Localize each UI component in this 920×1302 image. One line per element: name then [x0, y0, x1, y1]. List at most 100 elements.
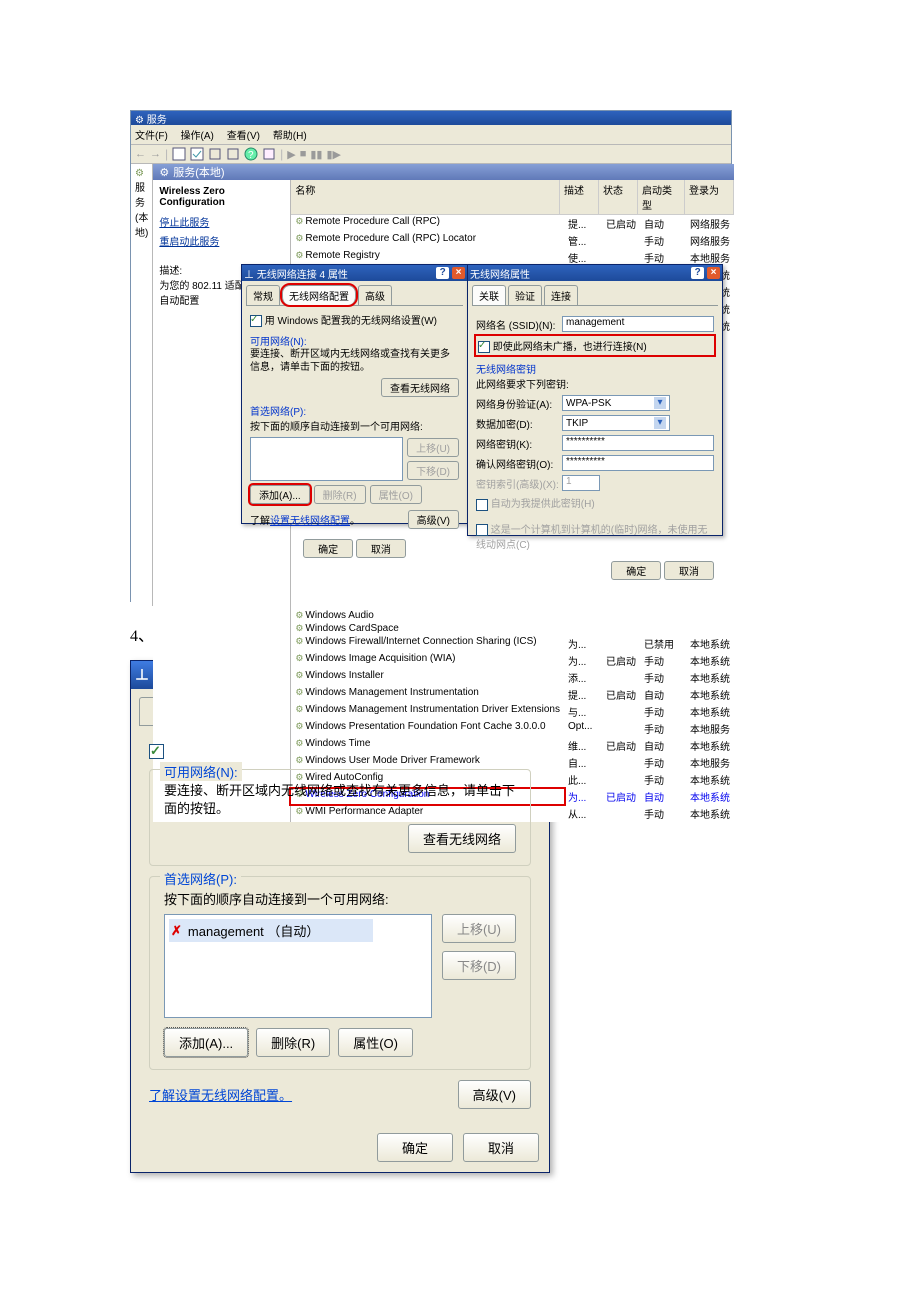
services-title: 服务: [147, 115, 167, 126]
menu-file[interactable]: 文件(F): [135, 131, 168, 142]
available-networks-group: 可用网络(N): 要连接、断开区域内无线网络或查找有关更多信息，请单击下面的按钮…: [149, 769, 531, 866]
help-icon[interactable]: ?: [691, 267, 704, 279]
available-hint: 要连接、断开区域内无线网络或查找有关更多信息，请单击下面的按钮。: [164, 782, 516, 818]
use-windows-checkbox[interactable]: [250, 315, 262, 327]
restart-service-link[interactable]: 重启动此服务: [159, 233, 284, 248]
table-row[interactable]: ⚙Windows Time维...已启动自动本地系统: [291, 737, 734, 754]
tab-connection[interactable]: 连接: [544, 285, 578, 305]
auto-key-checkbox: [476, 499, 488, 511]
restart-icon[interactable]: ▮▶: [326, 148, 341, 161]
cancel-button[interactable]: 取消: [356, 539, 406, 558]
col-name[interactable]: 名称: [291, 180, 560, 214]
wireless-properties-dialog-small: ⊥ 无线网络连接 4 属性 ? × 常规 无线网络配置 高级 用 Windows…: [241, 264, 468, 524]
menu-view[interactable]: 查看(V): [227, 131, 260, 142]
properties-button[interactable]: 属性(O): [338, 1028, 413, 1057]
table-row[interactable]: ⚙Windows Image Acquisition (WIA)为...已启动手…: [291, 652, 734, 669]
forward-icon[interactable]: →: [150, 148, 161, 160]
stop-service-link[interactable]: 停止此服务: [159, 214, 284, 229]
table-row[interactable]: ⚙Windows Installer添...手动本地系统: [291, 669, 734, 686]
use-windows-label: 用 Windows 配置我的无线网络设置(W): [265, 316, 437, 327]
network-properties-dialog: 无线网络属性 ? × 关联 验证 连接 网络名 (SSID)(N): manag…: [467, 264, 723, 536]
confirm-key-input[interactable]: **********: [562, 455, 714, 471]
tree-pane: ⚙ 服务(本地): [131, 164, 153, 606]
available-networks-label: 可用网络(N):: [250, 337, 307, 348]
key-index-label: 密钥索引(高级)(X):: [476, 476, 562, 491]
tab-advanced[interactable]: 高级: [358, 285, 392, 305]
encryption-dropdown[interactable]: TKIP▾: [562, 415, 670, 431]
table-row[interactable]: ⚙Remote Procedure Call (RPC)提...已启动自动网络服…: [291, 215, 734, 232]
col-logon[interactable]: 登录为: [685, 180, 734, 214]
help-icon[interactable]: ?: [436, 267, 449, 279]
close-icon[interactable]: ×: [707, 267, 720, 279]
preferred-hint: 按下面的顺序自动连接到一个可用网络:: [250, 418, 459, 433]
learn-label: 了解设置无线网络配置。: [149, 1085, 292, 1104]
toolbar-icon[interactable]: [262, 147, 276, 161]
learn-link[interactable]: 设置无线网络配置: [175, 1088, 279, 1103]
advanced-button[interactable]: 高级(V): [408, 510, 459, 529]
col-desc[interactable]: 描述: [560, 180, 599, 214]
list-item[interactable]: ✗ management （自动）: [169, 919, 373, 942]
encryption-label: 数据加密(D):: [476, 416, 562, 431]
move-up-button[interactable]: 上移(U): [442, 914, 516, 943]
tab-wireless[interactable]: 无线网络配置: [282, 285, 356, 305]
ok-button[interactable]: 确定: [611, 561, 661, 580]
table-row[interactable]: ⚙Windows CardSpace: [291, 622, 734, 635]
table-row[interactable]: ⚙Remote Procedure Call (RPC) Locator管...…: [291, 232, 734, 249]
key-input[interactable]: **********: [562, 435, 714, 451]
pause-icon[interactable]: ▮▮: [310, 148, 322, 161]
table-row[interactable]: ⚙Windows Presentation Foundation Font Ca…: [291, 720, 734, 737]
toolbar-icon[interactable]: [190, 147, 204, 161]
toolbar-icon[interactable]: [226, 147, 240, 161]
move-up-button[interactable]: 上移(U): [407, 438, 459, 457]
view-networks-button[interactable]: 查看无线网络: [408, 824, 516, 853]
ok-button[interactable]: 确定: [377, 1133, 453, 1162]
use-windows-checkbox[interactable]: [149, 744, 164, 759]
remove-button[interactable]: 删除(R): [256, 1028, 330, 1057]
cancel-button[interactable]: 取消: [664, 561, 714, 580]
toolbar-icon[interactable]: [208, 147, 222, 161]
add-button[interactable]: 添加(A)...: [250, 485, 310, 504]
advanced-button[interactable]: 高级(V): [458, 1080, 531, 1109]
toolbar-icon[interactable]: [172, 147, 186, 161]
move-down-button[interactable]: 下移(D): [442, 951, 516, 980]
help-icon[interactable]: ?: [244, 147, 258, 161]
view-networks-button[interactable]: 查看无线网络: [381, 378, 459, 397]
adhoc-checkbox: [476, 524, 488, 536]
ok-button[interactable]: 确定: [303, 539, 353, 558]
menu-action[interactable]: 操作(A): [181, 131, 214, 142]
tab-authentication[interactable]: 验证: [508, 285, 542, 305]
add-button[interactable]: 添加(A)...: [164, 1028, 248, 1057]
preferred-networks-group: 首选网络(P): 按下面的顺序自动连接到一个可用网络: ✗ management…: [149, 876, 531, 1070]
dialog-titlebar: ⊥ 无线网络连接 4 属性 ? ×: [242, 265, 467, 281]
adhoc-label: 这是一个计算机到计算机的(临时)网络，未使用无线动网点(C): [476, 525, 707, 551]
stop-icon[interactable]: ■: [300, 148, 307, 160]
table-row[interactable]: ⚙Windows Management Instrumentation Driv…: [291, 703, 734, 720]
tab-association[interactable]: 关联: [472, 285, 506, 305]
table-row[interactable]: ⚙Windows Audio: [291, 609, 734, 622]
auth-dropdown[interactable]: WPA-PSK▾: [562, 395, 670, 411]
gear-icon: ⚙: [135, 115, 144, 126]
preferred-hint: 按下面的顺序自动连接到一个可用网络:: [164, 889, 516, 908]
menubar[interactable]: 文件(F) 操作(A) 查看(V) 帮助(H): [131, 125, 731, 144]
learn-label: 了解设置无线网络配置。: [250, 512, 360, 527]
tab-general[interactable]: 常规: [246, 285, 280, 305]
cancel-button[interactable]: 取消: [463, 1133, 539, 1162]
ssid-input[interactable]: management: [562, 316, 714, 332]
play-icon[interactable]: ▶: [287, 148, 295, 161]
table-row[interactable]: ⚙Windows Firewall/Internet Connection Sh…: [291, 635, 734, 652]
move-down-button[interactable]: 下移(D): [407, 461, 459, 480]
broadcast-checkbox[interactable]: [478, 341, 490, 353]
back-icon[interactable]: ←: [135, 148, 146, 160]
center-header: ⚙ 服务(本地): [153, 164, 734, 180]
col-status[interactable]: 状态: [599, 180, 638, 214]
menu-help[interactable]: 帮助(H): [273, 131, 307, 142]
close-icon[interactable]: ×: [452, 267, 465, 279]
table-row[interactable]: ⚙Windows Management Instrumentation提...已…: [291, 686, 734, 703]
preferred-networks-listbox[interactable]: ✗ management （自动）: [164, 914, 432, 1018]
properties-button[interactable]: 属性(O): [370, 485, 422, 504]
key-index-spinner: 1: [562, 475, 600, 491]
preferred-networks-listbox[interactable]: [250, 437, 403, 481]
tree-node-local[interactable]: 服务(本地): [135, 183, 148, 239]
col-startup[interactable]: 启动类型: [638, 180, 685, 214]
remove-button[interactable]: 删除(R): [314, 485, 366, 504]
